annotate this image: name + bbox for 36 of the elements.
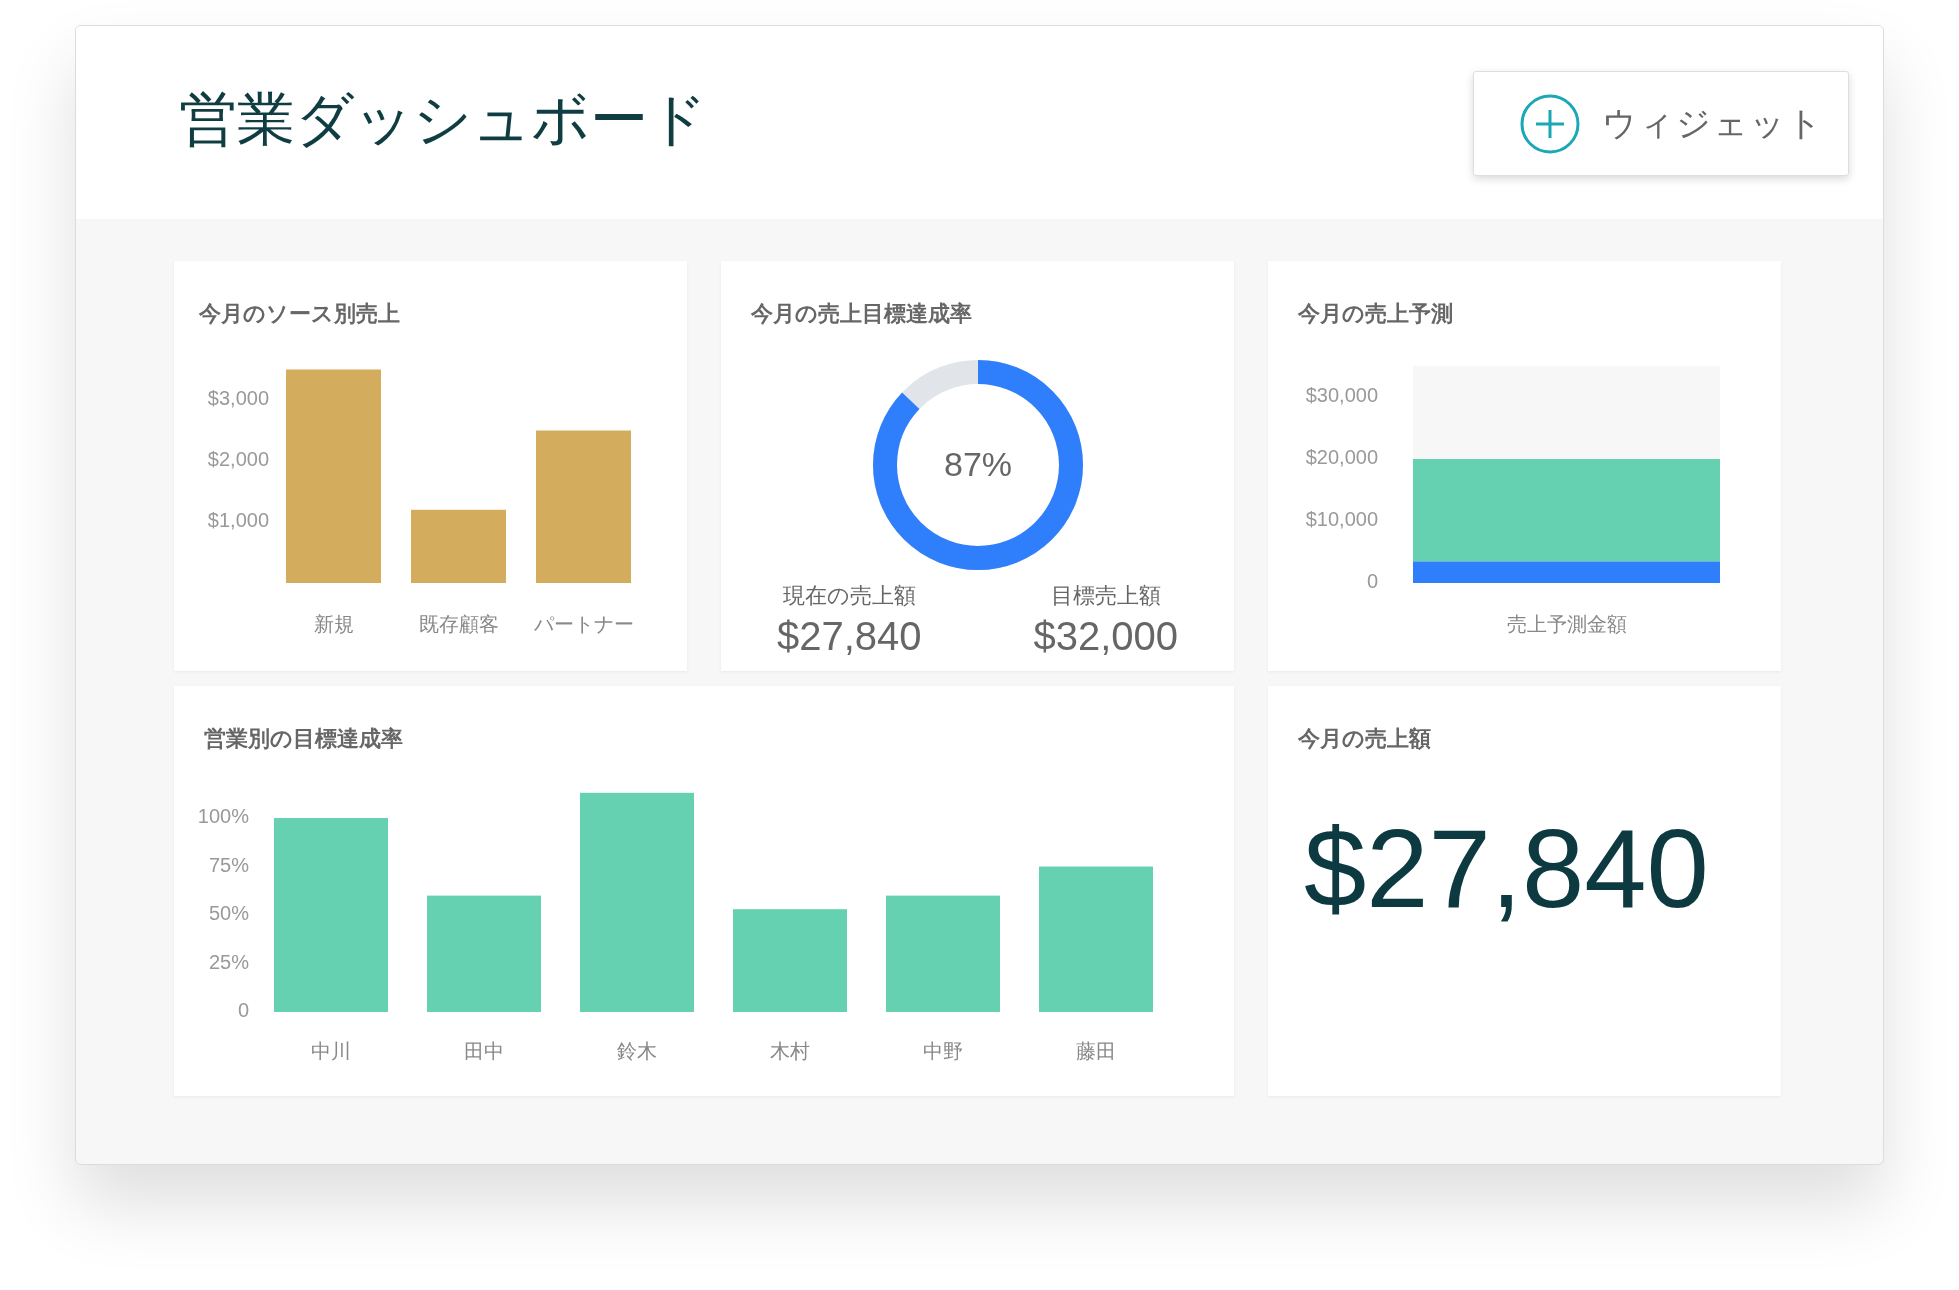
gauge-reading: 87% [943,445,1013,483]
axis-tick-label: $1,000 [207,509,269,532]
category-label: 藤田 [1076,1040,1116,1063]
category-label: 鈴木 [617,1040,657,1063]
axis-tick-label: 25% [208,950,249,973]
axis-tick-label: $2,000 [207,448,269,471]
stat-label: 目標売上額 [1050,582,1161,610]
axis-tick-label: 50% [208,902,249,925]
card-title: 今月の売上予測 [1298,301,1453,326]
axis-tick-label: 75% [208,853,249,876]
stat-label: 現在の売上額 [782,582,916,610]
card-title: 営業別の目標達成率 [204,726,403,751]
plus-icon [1520,93,1580,154]
category-label: 中川 [311,1040,351,1063]
card-title: 今月のソース別売上 [199,301,400,326]
axis-tick-label: $30,000 [1305,384,1378,407]
axis-tick-label: 0 [1366,570,1378,593]
category-label: 木村 [770,1040,810,1063]
category-label: パートナー [533,613,634,636]
stat-value: $27,840 [776,613,922,660]
axis-tick-label: 0 [237,999,249,1022]
category-label: 田中 [464,1040,504,1063]
card-title: 今月の売上額 [1298,726,1431,751]
add-widget-button[interactable]: ウィジェット [1473,71,1849,176]
card-title: 今月の売上目標達成率 [751,301,972,326]
sales-amount: $27,840 [1304,806,1709,931]
category-label: 新規 [313,613,354,636]
stat-value: $32,000 [1033,613,1179,660]
category-label: 中野 [923,1040,963,1063]
axis-tick-label: $20,000 [1305,446,1378,469]
axis-tick-label: $3,000 [207,387,269,410]
category-label: 売上予測金額 [1506,613,1627,636]
axis-tick-label: $10,000 [1305,508,1378,531]
category-label: 既存顧客 [418,613,499,636]
page-title: 営業ダッシュボード [179,85,707,153]
axis-tick-label: 100% [197,805,249,828]
